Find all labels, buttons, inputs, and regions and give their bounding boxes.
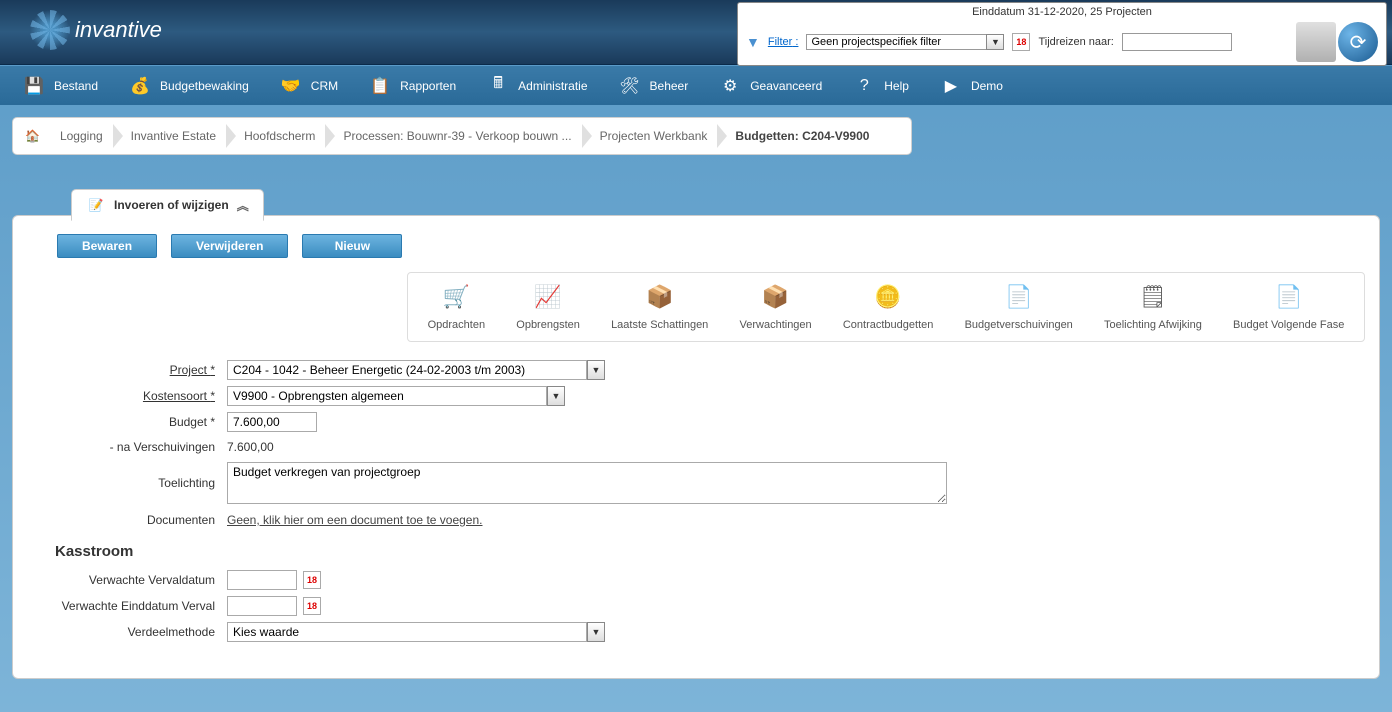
bc-logging[interactable]: Logging <box>46 129 117 143</box>
doc-next-icon: 📄 <box>1273 283 1305 311</box>
tab-invoeren[interactable]: 📝 Invoeren of wijzigen ︽ <box>71 189 264 221</box>
toelichting-textarea[interactable]: Budget verkregen van projectgroep <box>227 462 947 504</box>
budget-form: Project * ▼ Kostensoort * ▼ Budget * - n… <box>27 360 1365 642</box>
calendar-icon[interactable]: 18 <box>1012 33 1030 51</box>
sub-opdrachten[interactable]: 🛒Opdrachten <box>428 283 485 331</box>
sub-verschuivingen[interactable]: 📄Budgetverschuivingen <box>965 283 1073 331</box>
summary-text: Einddatum 31-12-2020, 25 Projecten <box>746 6 1378 18</box>
sub-contract[interactable]: 🪙Contractbudgetten <box>843 283 934 331</box>
vervaldatum-input[interactable] <box>227 570 297 590</box>
funnel-icon: ▼ <box>746 34 760 50</box>
bc-current: Budgetten: C204-V9900 <box>721 129 883 143</box>
bc-hoofd[interactable]: Hoofdscherm <box>230 129 329 143</box>
kasstroom-title: Kasstroom <box>55 543 1365 560</box>
boxes-icon: 📦 <box>644 283 676 311</box>
bc-werkbank[interactable]: Projecten Werkbank <box>586 129 722 143</box>
refresh-button[interactable]: ⟳ <box>1338 22 1378 62</box>
filter-select[interactable]: ▼ <box>806 34 1004 50</box>
verdeel-combo[interactable]: ▼ <box>227 622 605 642</box>
vervaldatum-label: Verwachte Vervaldatum <box>27 573 227 587</box>
menu-geavanceerd[interactable]: ⚙Geavanceerd <box>704 68 836 104</box>
boxes2-icon: 📦 <box>760 283 792 311</box>
tab-label: Invoeren of wijzigen <box>114 198 229 212</box>
sub-toelichting[interactable]: 🗒Toelichting Afwijking <box>1104 283 1202 331</box>
budget-label: Budget * <box>27 415 227 429</box>
naversch-value: 7.600,00 <box>227 438 274 456</box>
note-icon: 🗒 <box>1137 283 1169 311</box>
new-button[interactable]: Nieuw <box>302 234 402 258</box>
home-icon[interactable]: 🏠 <box>25 129 40 143</box>
save-icon: 💾 <box>22 74 46 98</box>
dropdown-icon[interactable]: ▼ <box>587 622 605 642</box>
einddatum-label: Verwachte Einddatum Verval <box>27 599 227 613</box>
toelichting-label: Toelichting <box>27 462 227 490</box>
logo-text: invantive <box>75 17 162 43</box>
chart-icon: 📈 <box>532 283 564 311</box>
naversch-label: - na Verschuivingen <box>27 440 227 454</box>
filter-link[interactable]: Filter : <box>768 36 799 48</box>
project-input[interactable] <box>227 360 587 380</box>
dropdown-icon[interactable]: ▼ <box>547 386 565 406</box>
edit-icon: 📝 <box>86 195 106 215</box>
kostensoort-combo[interactable]: ▼ <box>227 386 565 406</box>
content-panel: 📝 Invoeren of wijzigen ︽ Bewaren Verwijd… <box>12 215 1380 679</box>
app-header: invantive Einddatum 31-12-2020, 25 Proje… <box>0 0 1392 65</box>
sub-opbrengsten[interactable]: 📈Opbrengsten <box>516 283 580 331</box>
filter-dropdown-icon[interactable]: ▼ <box>986 34 1004 50</box>
project-combo[interactable]: ▼ <box>227 360 605 380</box>
calendar-icon[interactable]: 18 <box>303 597 321 615</box>
kostensoort-label[interactable]: Kostensoort * <box>27 389 227 403</box>
sub-verwachtingen[interactable]: 📦Verwachtingen <box>740 283 812 331</box>
bc-processen[interactable]: Processen: Bouwnr-39 - Verkoop bouwn ... <box>329 129 585 143</box>
tijdreizen-label: Tijdreizen naar: <box>1038 36 1113 48</box>
kostensoort-input[interactable] <box>227 386 547 406</box>
documenten-label: Documenten <box>27 513 227 527</box>
menu-demo[interactable]: ▶Demo <box>925 68 1017 104</box>
sub-volgende[interactable]: 📄Budget Volgende Fase <box>1233 283 1344 331</box>
dropdown-icon[interactable]: ▼ <box>587 360 605 380</box>
sub-toolbar: 🛒Opdrachten 📈Opbrengsten 📦Laatste Schatt… <box>407 272 1365 342</box>
project-label[interactable]: Project * <box>27 363 227 377</box>
sub-schattingen[interactable]: 📦Laatste Schattingen <box>611 283 708 331</box>
collapse-icon[interactable]: ︽ <box>237 197 249 214</box>
calendar-icon[interactable]: 18 <box>303 571 321 589</box>
doc-move-icon: 📄 <box>1003 283 1035 311</box>
filter-bar: Einddatum 31-12-2020, 25 Projecten ▼ Fil… <box>737 2 1387 66</box>
tijdreizen-input[interactable] <box>1122 33 1232 51</box>
gears-icon: ⚙ <box>718 74 742 98</box>
verdeel-label: Verdeelmethode <box>27 625 227 639</box>
help-icon: ? <box>852 74 876 98</box>
verdeel-input[interactable] <box>227 622 587 642</box>
board-icon: 📋 <box>368 74 392 98</box>
handshake-icon: 🤝 <box>279 74 303 98</box>
breadcrumb: 🏠 Logging Invantive Estate Hoofdscherm P… <box>12 117 912 155</box>
documenten-link[interactable]: Geen, klik hier om een document toe te v… <box>227 513 483 527</box>
menu-budgetbewaking[interactable]: 💰Budgetbewaking <box>114 68 263 104</box>
menu-beheer[interactable]: 🛠Beheer <box>604 68 703 104</box>
action-buttons: Bewaren Verwijderen Nieuw <box>27 216 1365 272</box>
bc-estate[interactable]: Invantive Estate <box>117 129 230 143</box>
einddatum-input[interactable] <box>227 596 297 616</box>
coins-icon: 🪙 <box>872 283 904 311</box>
budget-input[interactable] <box>227 412 317 432</box>
building-icon <box>1296 22 1336 62</box>
menu-rapporten[interactable]: 📋Rapporten <box>354 68 470 104</box>
calculator-icon: 🖩 <box>486 74 510 98</box>
delete-button[interactable]: Verwijderen <box>171 234 288 258</box>
logo-swirl-icon <box>30 10 70 50</box>
menu-bestand[interactable]: 💾Bestand <box>8 68 112 104</box>
cart-icon: 🛒 <box>440 283 472 311</box>
demo-icon: ▶ <box>939 74 963 98</box>
tools-icon: 🛠 <box>618 74 642 98</box>
menu-help[interactable]: ?Help <box>838 68 923 104</box>
logo: invantive <box>30 10 162 50</box>
menu-crm[interactable]: 🤝CRM <box>265 68 352 104</box>
main-menubar: 💾Bestand 💰Budgetbewaking 🤝CRM 📋Rapporten… <box>0 65 1392 105</box>
save-button[interactable]: Bewaren <box>57 234 157 258</box>
filter-value[interactable] <box>806 34 986 50</box>
budget-icon: 💰 <box>128 74 152 98</box>
menu-administratie[interactable]: 🖩Administratie <box>472 68 601 104</box>
